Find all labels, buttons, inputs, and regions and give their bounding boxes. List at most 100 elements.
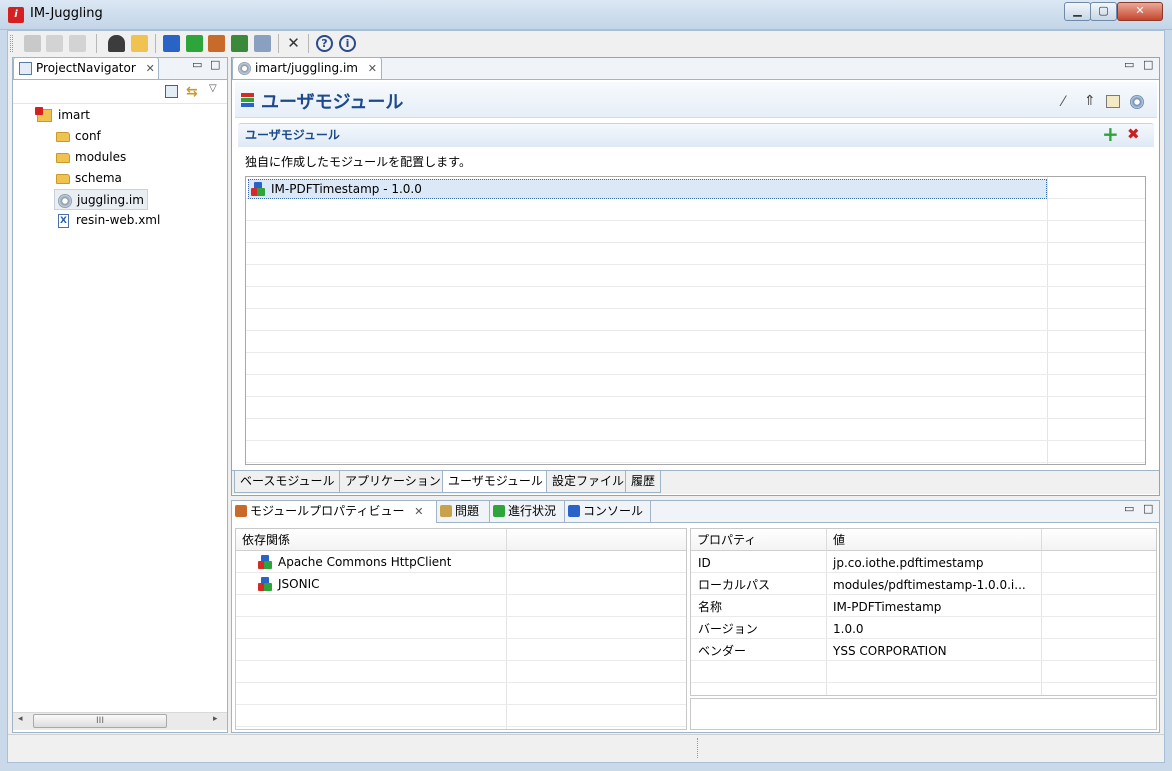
main-toolbar xyxy=(8,31,1164,56)
scroll-right-icon[interactable]: ▸ xyxy=(213,714,218,724)
console-icon xyxy=(568,505,580,517)
list-item[interactable]: IM-PDFTimestamp - 1.0.0 xyxy=(248,179,1047,199)
tab-user-module[interactable]: ユーザモジュール xyxy=(442,471,549,493)
tab-history[interactable]: 履歴 xyxy=(625,471,662,493)
settings-gear-icon[interactable] xyxy=(1130,95,1144,109)
property-value: IM-PDFTimestamp xyxy=(833,600,942,614)
tree-item-resin-web-xml[interactable]: Xresin-web.xml xyxy=(58,210,160,230)
status-bar xyxy=(8,734,1164,762)
scroll-thumb[interactable]: III xyxy=(33,714,167,728)
tab-problems[interactable]: 問題 xyxy=(437,501,490,523)
minimize-views-icon[interactable]: ▭ xyxy=(1124,502,1134,515)
helmet-icon[interactable] xyxy=(108,35,125,52)
wand-icon[interactable]: ⁄ xyxy=(1062,94,1064,110)
tab-module-property-view[interactable]: モジュールプロパティビュー ✕ xyxy=(232,501,437,523)
maximize-view-icon[interactable]: □ xyxy=(210,58,220,71)
dependencies-column-header[interactable]: 依存関係 xyxy=(236,529,507,551)
tab-project-navigator[interactable]: ProjectNavigator ✕ xyxy=(13,57,159,79)
tab-application[interactable]: アプリケーション xyxy=(339,471,447,493)
view-menu-icon[interactable]: ▽ xyxy=(209,83,217,94)
gear-icon xyxy=(238,62,251,75)
list-gridline xyxy=(246,309,1145,331)
deploy-arrow-icon[interactable]: ⇑ xyxy=(1084,93,1096,109)
tools-icon[interactable]: ✕ xyxy=(285,35,302,52)
hierarchy-icon[interactable] xyxy=(254,35,271,52)
status-bar-separator xyxy=(697,738,698,758)
tree-item-schema[interactable]: schema xyxy=(56,168,122,188)
list-gridline xyxy=(246,199,1145,221)
section-header xyxy=(238,123,1154,147)
views-tab-bar: モジュールプロパティビュー ✕ 問題 進行状況 コンソール xyxy=(232,501,1159,523)
close-tab-icon[interactable]: ✕ xyxy=(146,62,155,75)
info-icon[interactable]: i xyxy=(339,35,356,52)
tree-item-modules[interactable]: modules xyxy=(56,147,126,167)
module-list[interactable]: IM-PDFTimestamp - 1.0.0 xyxy=(245,176,1146,465)
tree-item-label: resin-web.xml xyxy=(76,213,161,227)
tree-item-label: imart xyxy=(58,108,91,122)
toolbar-separator xyxy=(155,34,156,53)
tab-console[interactable]: コンソール xyxy=(565,501,651,523)
collapse-all-icon[interactable] xyxy=(165,85,178,98)
tab-config-files[interactable]: 設定ファイル xyxy=(546,471,631,493)
close-tab-icon[interactable]: ✕ xyxy=(368,62,377,75)
list-gridline xyxy=(246,397,1145,419)
section-description: 独自に作成したモジュールを配置します。 xyxy=(245,155,471,169)
save-all-icon[interactable] xyxy=(69,35,86,52)
delete-module-button[interactable]: ✖ xyxy=(1127,127,1140,142)
folder-icon xyxy=(56,131,70,142)
list-gridline xyxy=(236,661,686,683)
close-tab-icon[interactable]: ✕ xyxy=(414,505,423,518)
maximize-views-icon[interactable]: □ xyxy=(1143,502,1153,515)
add-module-button[interactable]: + xyxy=(1102,124,1119,144)
link-editor-icon[interactable]: ⇆ xyxy=(186,84,198,100)
tab-juggling-im[interactable]: imart/juggling.im ✕ xyxy=(232,57,382,79)
close-window-button[interactable]: ✕ xyxy=(1117,2,1163,21)
tab-progress[interactable]: 進行状況 xyxy=(490,501,565,523)
dependency-label: JSONIC xyxy=(278,577,320,591)
minimize-view-icon[interactable]: ▭ xyxy=(192,58,202,71)
property-value: YSS CORPORATION xyxy=(833,644,947,658)
empty-column-header xyxy=(507,529,686,551)
tab-label: ProjectNavigator xyxy=(36,61,136,75)
module-icon xyxy=(258,555,273,570)
editor-page-tabs: ベースモジュール アプリケーション ユーザモジュール 設定ファイル 履歴 xyxy=(232,470,1159,494)
save-as-icon[interactable] xyxy=(46,35,63,52)
save-icon[interactable] xyxy=(24,35,41,52)
monitor-icon[interactable] xyxy=(163,35,180,52)
tree-item-juggling-im[interactable]: juggling.im xyxy=(54,189,148,210)
property-key: バージョン xyxy=(698,622,758,636)
property-column-header[interactable]: プロパティ xyxy=(691,529,827,551)
properties-table[interactable]: プロパティ 値 ID jp.co.iothe.pdftimestamp ローカル… xyxy=(690,528,1157,696)
user-module-icon[interactable] xyxy=(208,35,225,52)
list-item[interactable]: JSONIC xyxy=(252,573,320,595)
help-icon[interactable]: ? xyxy=(316,35,333,52)
scroll-left-icon[interactable]: ◂ xyxy=(18,714,23,724)
table-row xyxy=(691,661,1156,683)
list-gridline xyxy=(246,353,1145,375)
list-gridline xyxy=(246,243,1145,265)
form-title: ユーザモジュール xyxy=(261,92,404,113)
list-item[interactable]: Apache Commons HttpClient xyxy=(252,551,451,573)
image-icon[interactable] xyxy=(231,35,248,52)
toolbar-separator xyxy=(96,34,97,53)
clipboard-icon[interactable] xyxy=(1106,95,1120,108)
maximize-editor-icon[interactable]: □ xyxy=(1143,58,1153,71)
deploy-icon[interactable] xyxy=(186,35,203,52)
problems-icon xyxy=(440,505,452,517)
tab-label: コンソール xyxy=(583,504,644,518)
open-folder-icon[interactable] xyxy=(131,35,148,52)
maximize-window-button[interactable]: ▢ xyxy=(1090,2,1117,21)
value-column-header[interactable]: 値 xyxy=(827,529,1042,551)
minimize-editor-icon[interactable]: ▭ xyxy=(1124,58,1134,71)
tree-item-conf[interactable]: conf xyxy=(56,126,101,146)
list-gridline xyxy=(236,683,686,705)
tab-label: モジュールプロパティビュー xyxy=(250,504,405,518)
list-gridline xyxy=(246,375,1145,397)
dependencies-table[interactable]: 依存関係 Apache Commons HttpClient JSONIC xyxy=(235,528,687,730)
window-title: IM-Juggling xyxy=(30,6,103,21)
toolbar-separator xyxy=(308,34,309,53)
list-gridline xyxy=(236,595,686,617)
minimize-window-button[interactable]: ▁ xyxy=(1064,2,1091,21)
tab-base-module[interactable]: ベースモジュール xyxy=(234,471,341,493)
tree-item-imart[interactable]: imart xyxy=(35,105,91,125)
